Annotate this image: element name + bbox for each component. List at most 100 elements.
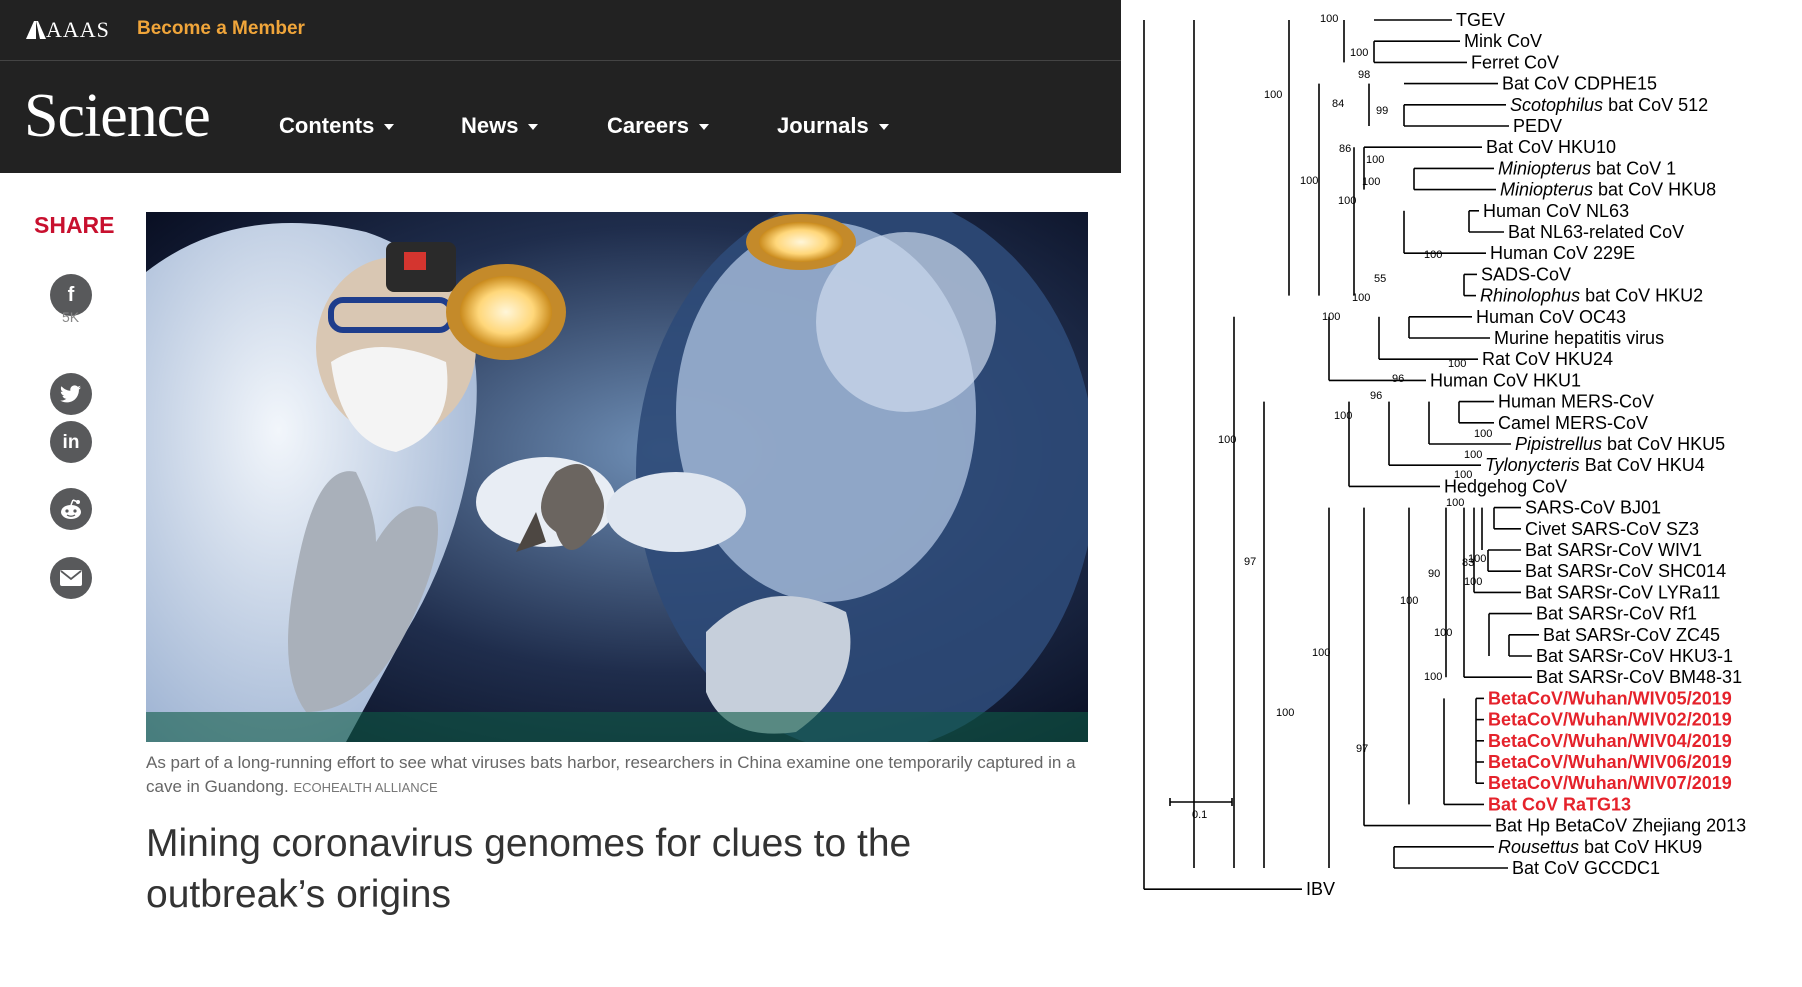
bootstrap-value: 100: [1338, 195, 1356, 207]
leaf-label: Bat SARSr-CoV LYRa11: [1525, 582, 1720, 602]
leaf-label: Ferret CoV: [1471, 52, 1559, 72]
bootstrap-value: 100: [1350, 47, 1368, 59]
bootstrap-value: 100: [1322, 311, 1340, 323]
reddit-share-button[interactable]: [50, 488, 92, 530]
bootstrap-value: 100: [1276, 707, 1294, 719]
nav-contents-label: Contents: [279, 113, 375, 138]
bootstrap-value: 100: [1312, 647, 1330, 659]
leaf-label: Rousettus bat CoV HKU9: [1498, 837, 1702, 857]
bootstrap-value: 100: [1400, 595, 1418, 607]
nav-news-label: News: [461, 113, 519, 138]
leaf-label: Rhinolophus bat CoV HKU2: [1480, 286, 1703, 306]
leaf-label: Murine hepatitis virus: [1494, 328, 1664, 348]
leaf-label: Miniopterus bat CoV HKU8: [1500, 180, 1716, 200]
leaf-label: BetaCoV/Wuhan/WIV02/2019: [1488, 710, 1732, 730]
leaf-label: IBV: [1306, 879, 1335, 899]
leaf-label: Tylonycteris Bat CoV HKU4: [1485, 455, 1705, 475]
twitter-share-button[interactable]: [50, 373, 92, 415]
leaf-label: Bat SARSr-CoV HKU3-1: [1536, 646, 1733, 666]
nav-journals[interactable]: Journals: [777, 113, 889, 139]
bootstrap-value: 55: [1374, 273, 1386, 285]
nav-contents[interactable]: Contents: [279, 113, 395, 139]
leaf-label: Bat NL63-related CoV: [1508, 222, 1684, 242]
article-headline: Mining coronavirus genomes for clues to …: [146, 822, 912, 916]
bootstrap-value: 100: [1320, 13, 1338, 25]
leaf-label: Bat CoV HKU10: [1486, 137, 1616, 157]
bootstrap-value: 100: [1334, 410, 1352, 422]
linkedin-icon: in: [62, 432, 80, 453]
bootstrap-value: 100: [1464, 576, 1482, 588]
bootstrap-value: 100: [1448, 358, 1466, 370]
leaf-label: Bat SARSr-CoV Rf1: [1536, 604, 1697, 624]
bootstrap-value: 84: [1332, 98, 1344, 110]
caret-down-icon: [528, 124, 539, 131]
bootstrap-value: 100: [1446, 497, 1464, 509]
leaf-label: BetaCoV/Wuhan/WIV06/2019: [1488, 752, 1732, 772]
bootstrap-value: 100: [1424, 671, 1442, 683]
leaf-label: BetaCoV/Wuhan/WIV07/2019: [1488, 773, 1732, 793]
caret-down-icon: [878, 124, 889, 131]
photo-credit: ECOHEALTH ALLIANCE: [293, 780, 438, 795]
leaf-label: Bat SARSr-CoV SHC014: [1525, 561, 1726, 581]
leaf-label: BetaCoV/Wuhan/WIV05/2019: [1488, 688, 1732, 708]
leaf-label: Civet SARS-CoV SZ3: [1525, 519, 1699, 539]
email-icon: [60, 570, 82, 586]
facebook-icon: f: [67, 284, 75, 306]
hero-photo: [146, 212, 1088, 742]
top-bar: AAAS Become a Member: [0, 0, 1121, 61]
leaf-label: SARS-CoV BJ01: [1525, 498, 1661, 518]
leaf-label: Human MERS-CoV: [1498, 392, 1654, 412]
leaf-label: Rat CoV HKU24: [1482, 349, 1613, 369]
leaf-label: PEDV: [1513, 116, 1562, 136]
leaf-label: Human CoV 229E: [1490, 243, 1635, 263]
phylogenetic-tree: TGEV Mink CoV Ferret CoV Bat CoV CDPHE15 Sco…: [1134, 0, 1802, 982]
share-label: SHARE: [34, 212, 115, 238]
bootstrap-value: 100: [1464, 449, 1482, 461]
bootstrap-value: 100: [1300, 175, 1318, 187]
nav-journals-label: Journals: [777, 113, 869, 138]
bootstrap-value: 98: [1358, 69, 1370, 81]
bootstrap-value: 97: [1244, 556, 1256, 568]
share-count: 5K: [62, 309, 80, 325]
leaf-label: Bat SARSr-CoV BM48-31: [1536, 667, 1742, 687]
leaf-label: Bat CoV RaTG13: [1488, 794, 1631, 814]
nav-careers[interactable]: Careers: [607, 113, 709, 139]
bootstrap-value: 100: [1218, 434, 1236, 446]
leaf-label: Bat Hp BetaCoV Zhejiang 2013: [1495, 816, 1746, 836]
bootstrap-value: 100: [1264, 89, 1282, 101]
leaf-label: Bat SARSr-CoV WIV1: [1525, 540, 1702, 560]
bootstrap-value: 97: [1356, 743, 1368, 755]
bootstrap-value: 100: [1424, 249, 1442, 261]
leaf-label: Bat CoV GCCDC1: [1512, 858, 1660, 878]
caret-down-icon: [698, 124, 709, 131]
leaf-label: Mink CoV: [1464, 31, 1542, 51]
caret-down-icon: [384, 124, 395, 131]
email-share-button[interactable]: [50, 557, 92, 599]
researchers-bat-photo: [146, 212, 1088, 742]
caption-text: As part of a long-running effort to see …: [146, 753, 1076, 796]
science-logo[interactable]: Science: [24, 81, 211, 152]
twitter-icon: [60, 385, 81, 403]
aaas-logo[interactable]: AAAS: [26, 17, 110, 43]
linkedin-share-button[interactable]: in: [50, 421, 92, 463]
leaf-label: Camel MERS-CoV: [1498, 413, 1648, 433]
leaf-label: SADS-CoV: [1481, 264, 1571, 284]
leaf-label: Human CoV NL63: [1483, 201, 1629, 221]
nav-news[interactable]: News: [461, 113, 539, 139]
bootstrap-value: 96: [1370, 390, 1382, 402]
bootstrap-value: 100: [1366, 154, 1384, 166]
bootstrap-value: 90: [1428, 568, 1440, 580]
bootstrap-value: 100: [1434, 627, 1452, 639]
bootstrap-value: 99: [1376, 105, 1388, 117]
aaas-brand-text: AAAS: [46, 17, 110, 42]
leaf-label: Pipistrellus bat CoV HKU5: [1515, 434, 1725, 454]
reddit-icon: [61, 499, 81, 519]
bootstrap-value: 100: [1362, 176, 1380, 188]
scale-bar-label: 0.1: [1192, 809, 1207, 821]
leaf-label: Human CoV HKU1: [1430, 370, 1581, 390]
bootstrap-value: 100: [1474, 428, 1492, 440]
become-member-link[interactable]: Become a Member: [137, 18, 305, 40]
leaf-label: TGEV: [1456, 10, 1505, 30]
aaas-mark-icon: [26, 21, 46, 39]
leaf-label: Human CoV OC43: [1476, 307, 1626, 327]
